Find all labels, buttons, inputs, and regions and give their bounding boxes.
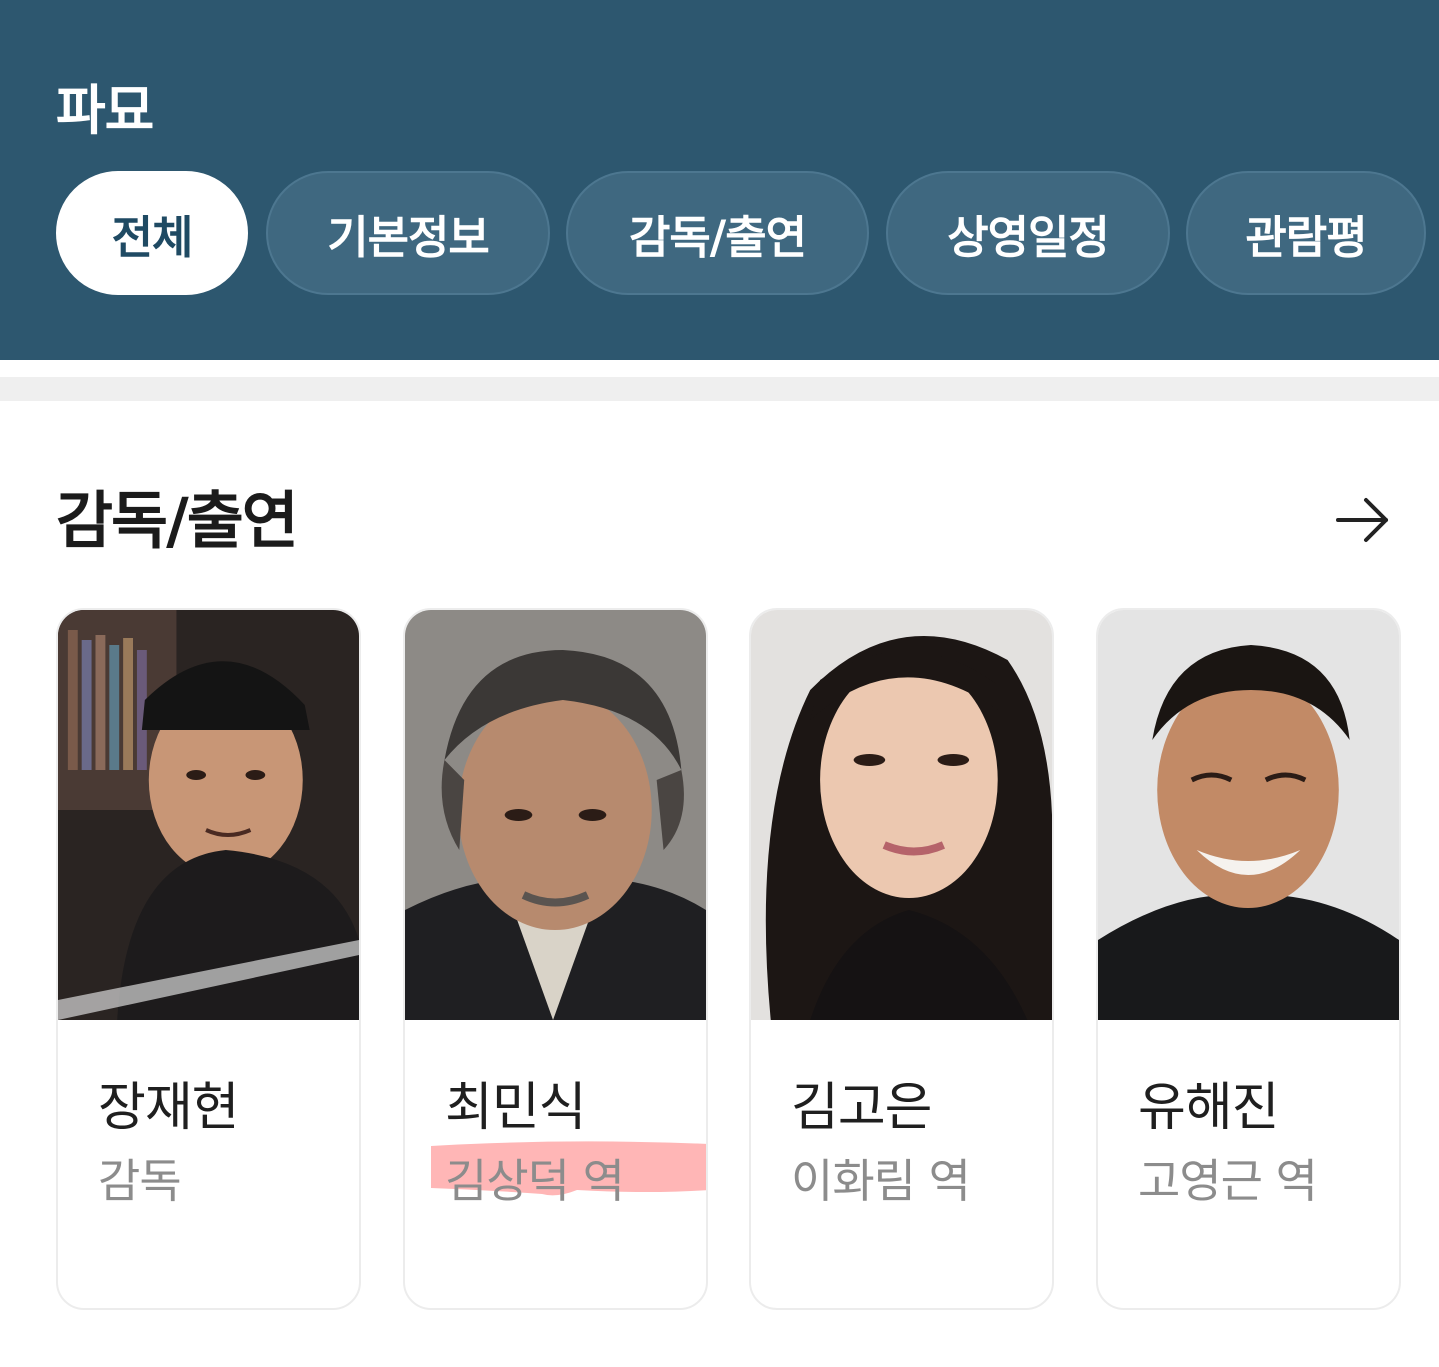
- cast-card[interactable]: 장재현 감독: [56, 608, 361, 1310]
- tab-all[interactable]: 전체: [56, 171, 248, 295]
- tab-reviews[interactable]: 관람평: [1186, 171, 1426, 295]
- person-name: 최민식: [445, 1078, 587, 1138]
- person-role: 고영근 역: [1138, 1154, 1318, 1208]
- cast-card[interactable]: 김고은 이화림 역: [749, 608, 1054, 1310]
- person-photo: [1098, 610, 1399, 1020]
- person-name: 장재현: [98, 1078, 240, 1138]
- person-name: 유해진: [1138, 1078, 1280, 1138]
- person-photo: [58, 610, 359, 1020]
- tab-bar: 전체 기본정보 감독/출연 상영일정 관람평: [0, 171, 1439, 295]
- person-role: 김상덕 역: [445, 1154, 625, 1208]
- tab-showtimes[interactable]: 상영일정: [886, 171, 1170, 295]
- tab-director-cast[interactable]: 감독/출연: [566, 171, 869, 295]
- cast-card[interactable]: 유해진 고영근 역: [1096, 608, 1401, 1310]
- cast-card[interactable]: 최민식 김상덕 역: [403, 608, 708, 1310]
- person-photo: [751, 610, 1052, 1020]
- person-role: 감독: [98, 1154, 182, 1208]
- person-photo: [405, 610, 706, 1020]
- tab-basic-info[interactable]: 기본정보: [266, 171, 550, 295]
- movie-title: 파묘: [56, 79, 154, 142]
- section-divider: [0, 377, 1439, 401]
- person-role: 이화림 역: [791, 1154, 971, 1208]
- person-name: 김고은: [791, 1078, 933, 1138]
- movie-header: 파묘 전체 기본정보 감독/출연 상영일정 관람평: [0, 0, 1439, 360]
- section-title: 감독/출연: [56, 484, 299, 557]
- arrow-right-icon[interactable]: [1330, 488, 1394, 552]
